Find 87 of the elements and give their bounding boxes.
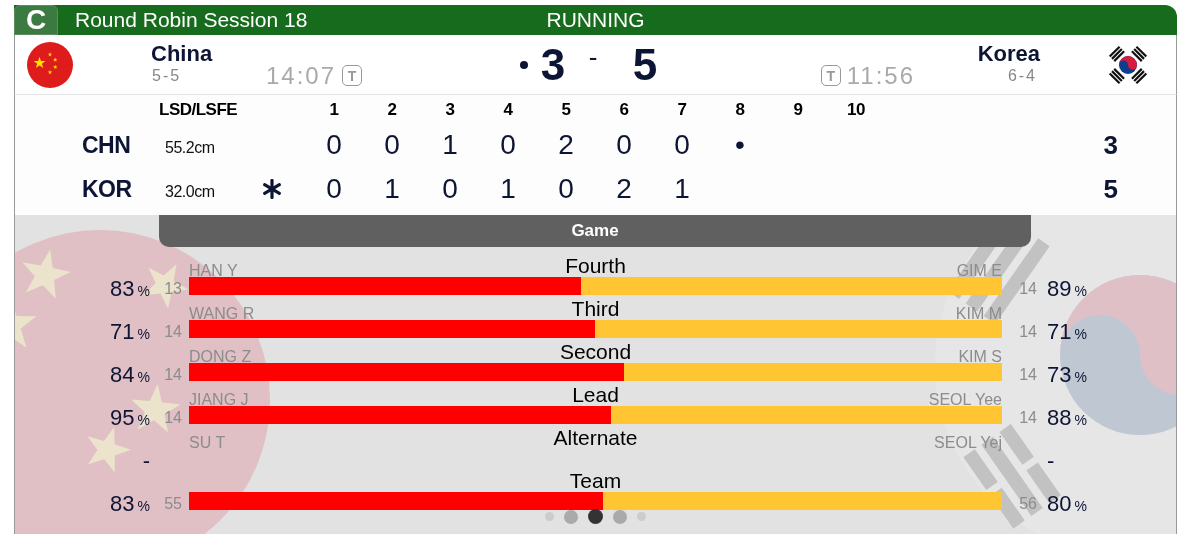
shot-count: 14	[164, 323, 182, 338]
player-name: GIM E	[956, 262, 1002, 280]
sheet-badge: C	[14, 5, 58, 35]
shot-count: 55	[164, 495, 182, 510]
game-clock: 11:56	[846, 62, 915, 90]
timeout-badge: T	[342, 65, 363, 86]
position-label: Lead	[572, 384, 619, 406]
position-label: Alternate	[553, 427, 638, 449]
position-label: Second	[559, 341, 632, 363]
shot-percentage: 95%	[110, 409, 150, 424]
end-number: 1	[328, 100, 340, 120]
player-name: DONG Z	[189, 348, 252, 366]
score-separator: -	[587, 42, 599, 73]
status-label: RUNNING	[546, 8, 645, 32]
player-name: JIANG J	[189, 391, 249, 409]
shot-percentage: 88%	[1047, 409, 1087, 424]
shot-count: 14	[1019, 280, 1037, 295]
end-score: 1	[384, 173, 400, 205]
flag-icon	[27, 41, 73, 88]
pager-dot[interactable]	[588, 509, 603, 524]
session-title: Round Robin Session 18	[75, 8, 308, 32]
end-number: 7	[676, 100, 688, 120]
shot-percentage: 71%	[110, 323, 150, 338]
team-score: 5	[631, 39, 659, 90]
player-name: KIM S	[958, 348, 1002, 366]
shot-count: 56	[1019, 495, 1037, 510]
shot-count: 14	[164, 366, 182, 381]
lsd-value: 32.0cm	[165, 182, 216, 201]
end-score: •	[735, 129, 745, 161]
player-name: WANG R	[189, 305, 255, 323]
shot-percentage: 71%	[1047, 323, 1087, 338]
position-label: Team	[569, 470, 622, 492]
player-name: KIM M	[955, 305, 1002, 323]
player-name: SEOL Yej	[934, 434, 1002, 452]
position-label: Third	[571, 298, 620, 320]
position-label: Fourth	[565, 255, 626, 277]
player-name: HAN Y	[189, 262, 238, 280]
lsd-value: 55.2cm	[165, 138, 216, 157]
end-score: 0	[558, 173, 574, 205]
team-name: Korea	[977, 41, 1040, 67]
end-number: 4	[502, 100, 514, 120]
lsd-heading: LSD/LSFE	[159, 100, 238, 120]
end-number: 2	[386, 100, 398, 120]
end-number: 3	[444, 100, 456, 120]
player-name: SEOL Yee	[928, 391, 1002, 409]
shot-percentage: -	[142, 452, 150, 467]
shot-percentage: 84%	[110, 366, 150, 381]
end-score: 2	[558, 129, 574, 161]
shot-percentage: 83%	[110, 495, 150, 510]
team-score: 3	[539, 39, 567, 90]
end-score: 0	[500, 129, 516, 161]
end-score: 0	[326, 173, 342, 205]
shot-percentage: 73%	[1047, 366, 1087, 381]
shot-count: 13	[164, 280, 182, 295]
shot-percentage: -	[1047, 452, 1055, 467]
total-score: 3	[1103, 129, 1118, 161]
timeout-badge: T	[820, 65, 841, 86]
end-number: 8	[734, 100, 746, 120]
section-header: Game	[159, 215, 1031, 247]
shot-count: 14	[1019, 409, 1037, 424]
end-number: 5	[560, 100, 572, 120]
team-name: China	[151, 41, 214, 67]
end-score: 1	[500, 173, 516, 205]
end-score: 1	[674, 173, 690, 205]
end-score: 1	[442, 129, 458, 161]
game-clock: 14:07	[266, 62, 337, 90]
team-record: 5-5	[152, 67, 183, 85]
shot-percentage: 89%	[1047, 280, 1087, 295]
shot-percentage: 83%	[110, 280, 150, 295]
end-number: 9	[792, 100, 804, 120]
end-score: 0	[384, 129, 400, 161]
shot-count: 14	[1019, 323, 1037, 338]
total-score: 5	[1103, 173, 1118, 205]
end-score: 2	[616, 173, 632, 205]
team-record: 6-4	[1007, 67, 1037, 85]
shot-count: 14	[1019, 366, 1037, 381]
end-score: 0	[616, 129, 632, 161]
end-score: 0	[326, 129, 342, 161]
shot-count: 14	[164, 409, 182, 424]
end-number: 6	[618, 100, 630, 120]
shot-percentage: 80%	[1047, 495, 1087, 510]
end-score: 0	[442, 173, 458, 205]
team-code: KOR	[82, 175, 133, 203]
player-name: SU T	[189, 434, 226, 452]
end-score: 0	[674, 129, 690, 161]
team-code: CHN	[82, 131, 132, 159]
end-number: 10	[846, 100, 866, 120]
